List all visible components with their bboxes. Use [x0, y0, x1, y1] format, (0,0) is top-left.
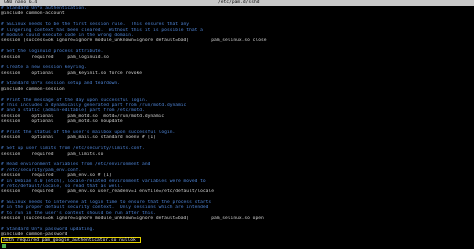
cursor-marker — [2, 244, 6, 248]
editor-version: GNU nano 6.4 — [4, 0, 38, 5]
file-name: /etc/pam.d/sshd — [218, 0, 260, 5]
highlighted-new-line[interactable]: auth required pam_google_authenticator.s… — [1, 236, 141, 243]
editor-text-area[interactable]: # Standard Un*x authentication. @include … — [1, 6, 471, 246]
terminal-window: GNU nano 6.4 /etc/pam.d/sshd # Standard … — [0, 0, 474, 249]
